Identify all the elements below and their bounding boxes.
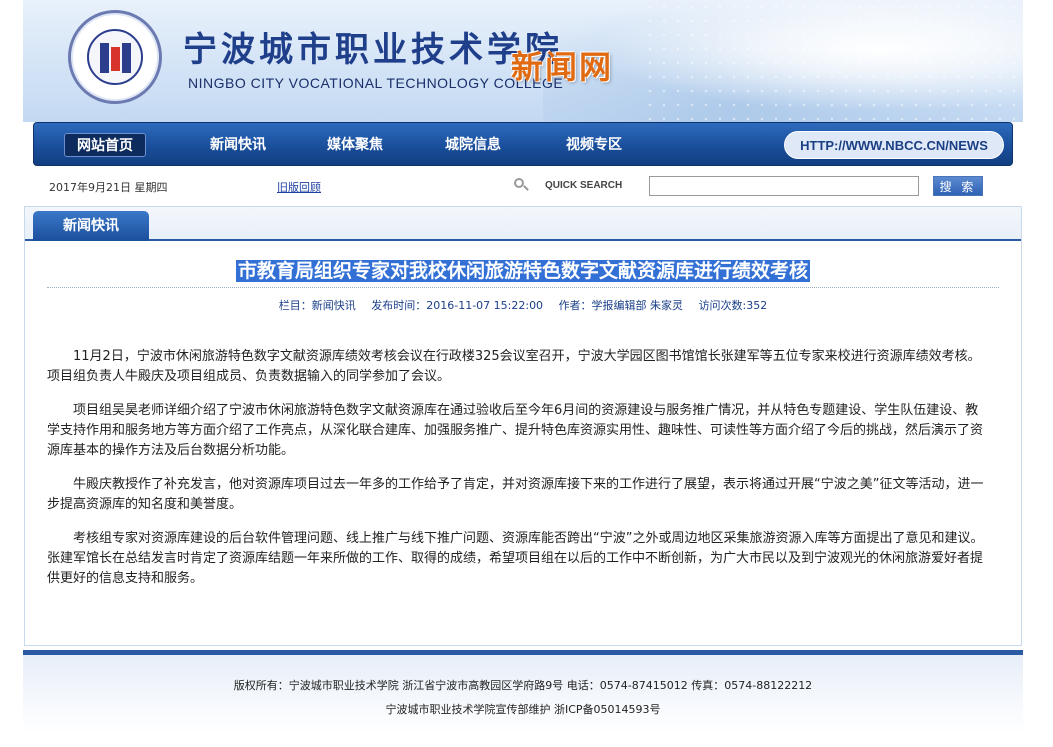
old-version-link[interactable]: 旧版回顾 <box>277 179 321 195</box>
logo-inner <box>87 29 143 85</box>
logo-bar <box>122 43 131 73</box>
nav-item-campus-info[interactable]: 城院信息 <box>445 133 501 157</box>
article-paragraph: 项目组吴昊老师详细介绍了宁波市休闲旅游特色数字文献资源库在通过验收后至今年6月间… <box>47 403 984 458</box>
page: 宁波城市职业技术学院 NINGBO CITY VOCATIONAL TECHNO… <box>23 0 1023 734</box>
logo-bar <box>111 47 120 71</box>
search-button[interactable]: 搜 索 <box>933 176 983 196</box>
current-date: 2017年9月21日 星期四 <box>49 181 168 194</box>
article-paragraph: 牛殿庆教授作了补充发言，他对资源库项目过去一年多的工作给予了肯定，并对资源库接下… <box>47 477 984 512</box>
article-column: 栏目：新闻快讯 <box>278 299 356 312</box>
search-icon <box>514 178 529 192</box>
school-logo-icon[interactable] <box>68 10 162 104</box>
toolbar: 2017年9月21日 星期四 旧版回顾 QUICK SEARCH 搜 索 <box>23 166 1023 206</box>
article-author: 作者：学报编辑部 朱家灵 <box>558 299 684 312</box>
article-publish-time: 发布时间：2016-11-07 15:22:00 <box>371 299 544 312</box>
main-nav: 网站首页 新闻快讯 媒体聚焦 城院信息 视频专区 HTTP://WWW.NBCC… <box>33 122 1013 166</box>
article-title: 市教育局组织专家对我校休闲旅游特色数字文献资源库进行绩效考核 <box>235 260 810 282</box>
search-input[interactable] <box>649 176 919 196</box>
quick-search-label: QUICK SEARCH <box>545 180 623 191</box>
section-tabbar: 新闻快讯 <box>25 207 1021 241</box>
header-banner: 宁波城市职业技术学院 NINGBO CITY VOCATIONAL TECHNO… <box>23 0 1023 122</box>
nav-item-video[interactable]: 视频专区 <box>566 133 622 157</box>
search-icon-handle <box>523 185 529 191</box>
footer-maintainer: 宁波城市职业技术学院宣传部维护 浙ICP备05014593号 <box>385 703 661 716</box>
footer-copyright: 版权所有：宁波城市职业技术学院 浙江省宁波市高教园区学府路9号 电话：0574-… <box>233 679 813 692</box>
article-meta: 栏目：新闻快讯 发布时间：2016-11-07 15:22:00 作者：学报编辑… <box>25 297 1021 313</box>
article-visits: 访问次数:352 <box>698 299 768 312</box>
article-title-wrap: 市教育局组织专家对我校休闲旅游特色数字文献资源库进行绩效考核 <box>25 256 1021 283</box>
footer: 版权所有：宁波城市职业技术学院 浙江省宁波市高教园区学府路9号 电话：0574-… <box>23 650 1023 734</box>
logo-bar <box>100 43 109 73</box>
school-name-en: NINGBO CITY VOCATIONAL TECHNOLOGY COLLEG… <box>188 75 564 91</box>
site-name: 新闻网 <box>511 48 614 86</box>
nav-item-media[interactable]: 媒体聚焦 <box>327 133 383 157</box>
article-body: 11月2日，宁波市休闲旅游特色数字文献资源库绩效考核会议在行政楼325会议室召开… <box>47 347 991 603</box>
nav-item-news[interactable]: 新闻快讯 <box>210 133 266 157</box>
content-panel: 新闻快讯 市教育局组织专家对我校休闲旅游特色数字文献资源库进行绩效考核 栏目：新… <box>24 206 1022 646</box>
article-paragraph: 11月2日，宁波市休闲旅游特色数字文献资源库绩效考核会议在行政楼325会议室召开… <box>47 349 981 384</box>
title-divider <box>47 287 999 288</box>
nav-item-home[interactable]: 网站首页 <box>64 133 146 157</box>
tab-news[interactable]: 新闻快讯 <box>33 211 149 241</box>
school-name-cn: 宁波城市职业技术学院 <box>183 30 563 70</box>
banner-dots <box>643 0 1023 122</box>
article-paragraph: 考核组专家对资源库建设的后台软件管理问题、线上推广与线下推广问题、资源库能否跨出… <box>47 531 984 586</box>
site-url-link[interactable]: HTTP://WWW.NBCC.CN/NEWS <box>784 131 1004 159</box>
